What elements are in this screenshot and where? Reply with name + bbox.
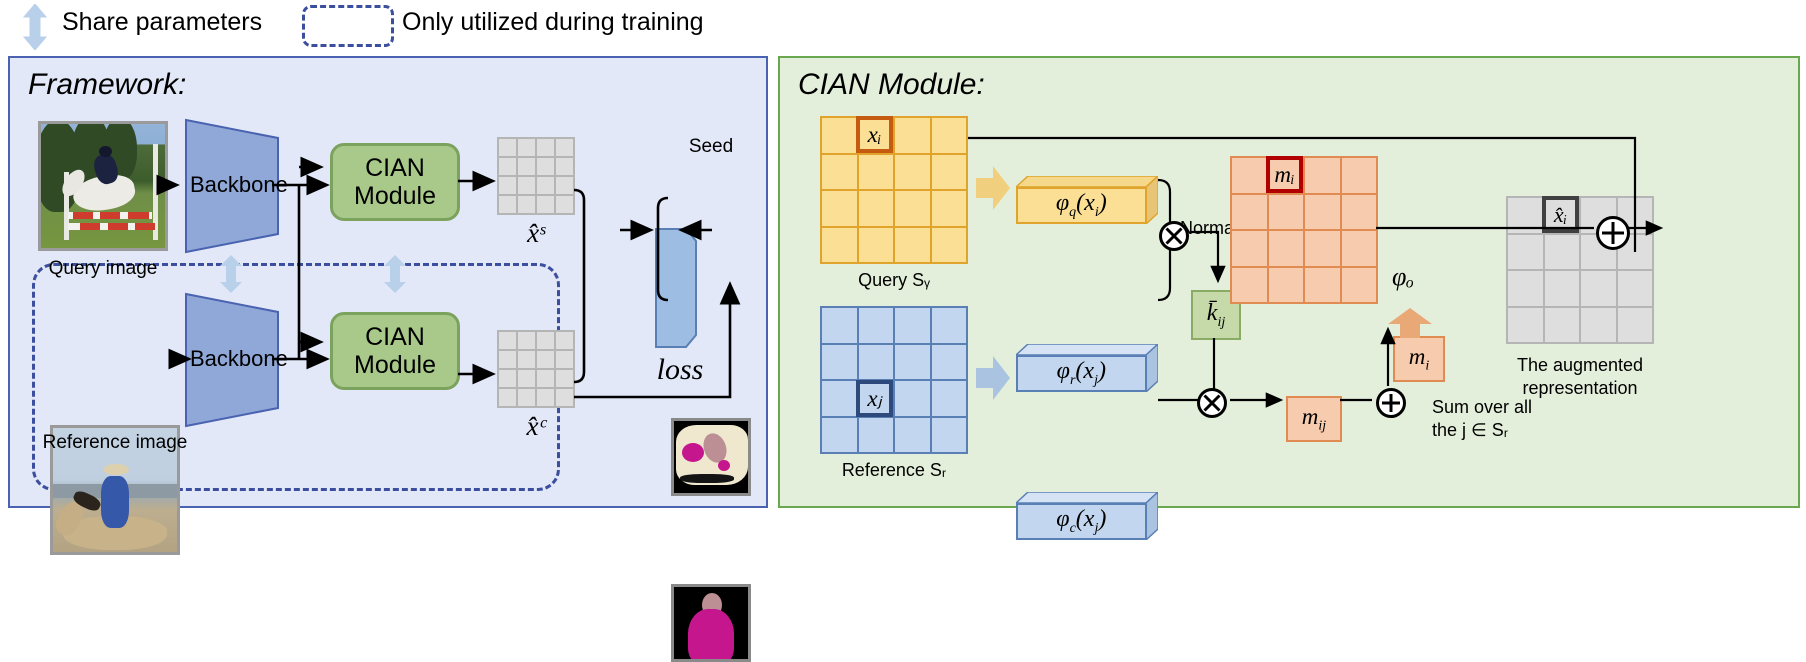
share-parameters-arrow-backbone-icon: [220, 255, 242, 293]
backbone-top-label: Backbone: [190, 172, 288, 197]
seed-label: Seed: [688, 136, 734, 157]
xhat-s-label: x̂ˢ: [527, 218, 545, 248]
m-feature-grid: [1230, 156, 1378, 304]
legend-only-training-label: Only utilized during training: [402, 8, 704, 36]
augmented-representation-caption: The augmented representation: [1486, 354, 1674, 399]
reference-cell-xj: xⱼ: [856, 380, 893, 417]
cian-module-bottom[interactable]: CIAN Module: [330, 312, 460, 390]
xhat-c-label: x̂ᶜ: [526, 411, 546, 441]
add-operator-output: [1596, 216, 1630, 250]
share-parameters-arrow-cian-icon: [384, 255, 406, 293]
legend-share-parameters-label: Share parameters: [62, 8, 263, 36]
reference-image-caption: Reference image: [42, 432, 188, 453]
m-grid-cell-mi: mᵢ: [1266, 156, 1303, 193]
reference-to-phi-arrow-icon: [976, 356, 1010, 400]
query-to-phi-arrow-icon: [976, 166, 1010, 210]
framework-title: Framework:: [28, 68, 187, 101]
query-cell-xi-label: xᵢ: [867, 121, 882, 147]
output-cell-xhat-i: x̂ᵢ: [1542, 196, 1579, 233]
add-operator-sum: [1376, 388, 1406, 418]
cian-module-panel: CIAN Module: xᵢ Query Sᵧ xⱼ Reference Sᵣ: [778, 56, 1800, 540]
query-grid-caption: Query Sᵧ: [858, 270, 930, 290]
seed-image-bottom: [671, 584, 751, 662]
legend: Share parameters Only utilized during tr…: [0, 0, 1806, 52]
cian-panel-title: CIAN Module:: [798, 68, 985, 101]
reference-grid-caption: Reference Sᵣ: [841, 460, 947, 480]
loss-shape: [655, 228, 697, 348]
framework-panel: Framework: Query image Reference image B…: [8, 56, 768, 662]
m-i-to-grid-arrow-icon: [1388, 308, 1432, 338]
phi-r-box: φr(xj): [1016, 344, 1158, 392]
sum-line1: Sum over all: [1432, 397, 1533, 417]
query-cell-xi: xᵢ: [856, 116, 893, 153]
xhat-s-grid: [497, 137, 575, 215]
seed-image-top: [671, 418, 751, 496]
m-i-tag: mi: [1393, 336, 1445, 382]
output-cell-xhat-i-label: x̂ᵢ: [1553, 201, 1568, 227]
query-feature-grid: [820, 116, 968, 264]
cian-module-top[interactable]: CIAN Module: [330, 143, 460, 221]
share-parameters-arrow-icon: [22, 4, 48, 50]
cian-module-bottom-line2: Module: [354, 351, 436, 379]
multiply-operator-1: [1159, 221, 1189, 251]
m-grid-cell-mi-label: mᵢ: [1274, 161, 1295, 187]
loss-label: loss: [656, 353, 704, 386]
query-image: [38, 121, 168, 251]
reference-cell-xj-label: xⱼ: [867, 385, 882, 411]
diagram-root: Share parameters Only utilized during tr…: [0, 0, 1806, 662]
cian-module-top-line1: CIAN: [365, 154, 425, 182]
sum-line2: the j ∈ Sᵣ: [1432, 419, 1509, 440]
phi-c-box: φc(xj): [1016, 492, 1158, 540]
cian-module-top-line2: Module: [354, 182, 436, 210]
phi-o-label: φₒ: [1392, 262, 1414, 291]
m-ij-tag: mij: [1286, 396, 1342, 442]
augmented-output-grid: [1506, 196, 1654, 344]
phi-q-box: φq(xi): [1016, 176, 1158, 224]
cian-module-bottom-line1: CIAN: [365, 323, 425, 351]
sum-over-all-label: Sum over all the j ∈ Sᵣ: [1432, 396, 1532, 441]
backbone-bottom-label: Backbone: [190, 346, 288, 371]
reference-feature-grid: [820, 306, 968, 454]
query-image-caption: Query image: [48, 258, 158, 279]
xhat-c-grid: [497, 330, 575, 408]
augmented-line2: representation: [1522, 377, 1638, 398]
multiply-operator-2: [1197, 388, 1227, 418]
augmented-line1: The augmented: [1516, 355, 1644, 375]
legend-dashed-box-icon: [302, 5, 394, 47]
